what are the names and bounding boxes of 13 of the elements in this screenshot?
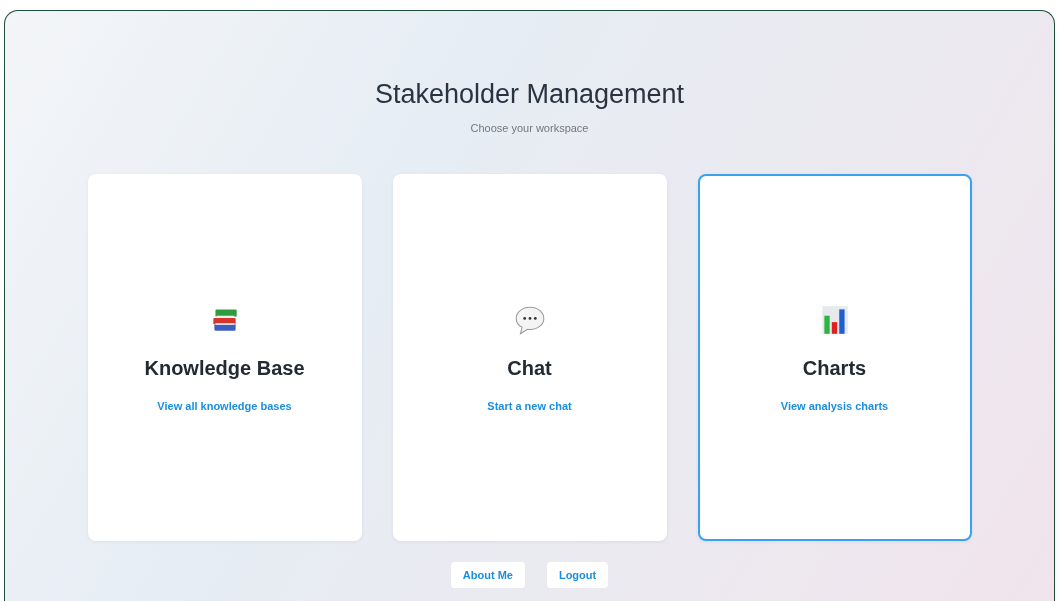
card-link[interactable]: View analysis charts bbox=[780, 400, 889, 412]
workspace-card[interactable]: Charts View analysis charts bbox=[697, 174, 972, 541]
card-title: Chat bbox=[507, 357, 552, 380]
card-title: Charts bbox=[802, 357, 867, 380]
card-title: Knowledge Base bbox=[144, 357, 305, 380]
page-subtitle: Choose your workspace bbox=[470, 122, 589, 134]
footer-button[interactable]: Logout bbox=[546, 562, 609, 588]
card-link[interactable]: Start a new chat bbox=[487, 400, 572, 412]
card-link[interactable]: View all knowledge bases bbox=[157, 400, 292, 412]
footer-button[interactable]: About Me bbox=[450, 562, 525, 588]
workspace-card[interactable]: Knowledge Base View all knowledge bases bbox=[87, 174, 362, 541]
workspace-card[interactable]: Chat Start a new chat bbox=[392, 174, 667, 541]
page-title: Stakeholder Management bbox=[374, 79, 685, 110]
